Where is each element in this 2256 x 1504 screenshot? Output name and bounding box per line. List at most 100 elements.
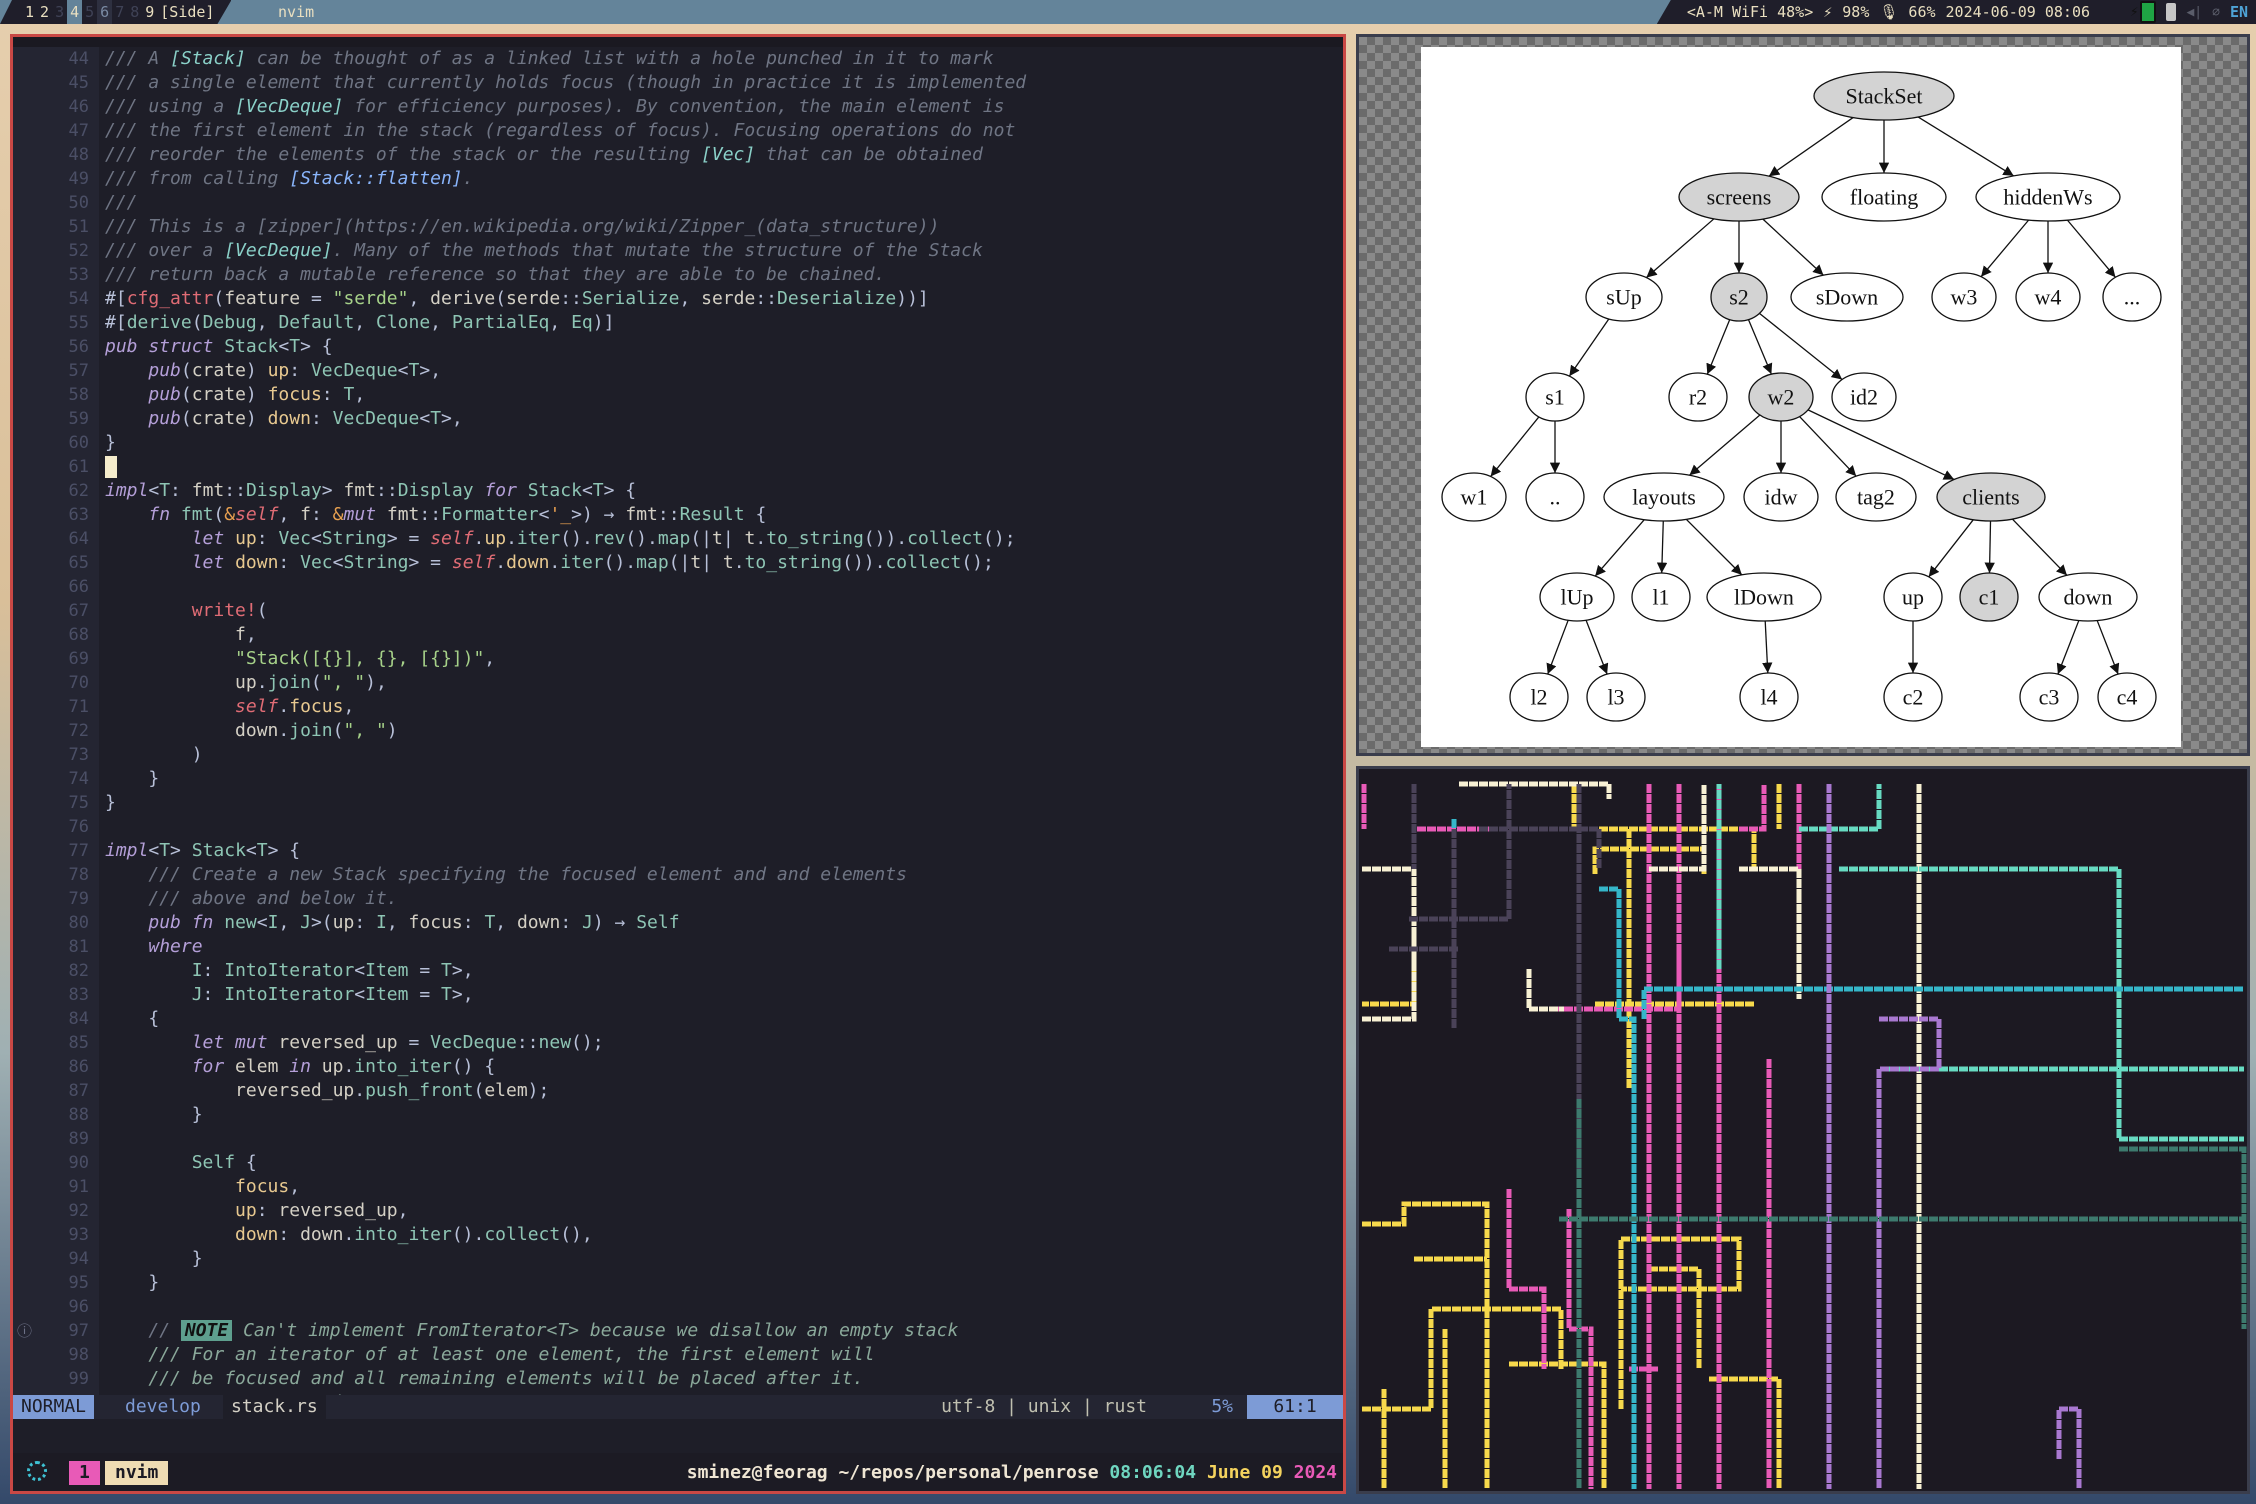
graph-edge-w2-layouts [1689,414,1761,476]
code-line[interactable]: 61 [13,455,1343,479]
code-line[interactable]: 56 pub struct Stack<T> { [13,335,1343,359]
code-line[interactable]: 47 /// the first element in the stack (re… [13,119,1343,143]
graph-node-s2: s2 [1710,272,1768,322]
line-number: 67 [68,601,89,621]
pipes-screensaver-window[interactable] [1356,766,2250,1494]
code-line[interactable]: 94 } [13,1247,1343,1271]
line-number: 53 [68,265,89,285]
code-line[interactable]: 85 let mut reversed_up = VecDeque::new()… [13,1031,1343,1055]
code-line[interactable]: 76 [13,815,1343,839]
line-number: 80 [68,913,89,933]
code-line[interactable]: ⓘ 97 // NOTE Can't implement FromIterator… [13,1319,1343,1343]
code-line[interactable]: 51 /// This is a [zipper](https://en.wiki… [13,215,1343,239]
code-line[interactable]: 52 /// over a [VecDeque]. Many of the met… [13,239,1343,263]
speaker-icon[interactable]: ◀| [2186,5,2202,20]
code-line[interactable]: 92 up: reversed_up, [13,1199,1343,1223]
graph-node-sUp: sUp [1585,272,1663,322]
workspace-8[interactable]: 8 [127,0,142,24]
code-line[interactable]: 78 /// Create a new Stack specifying the… [13,863,1343,887]
code-line[interactable]: 71 self.focus, [13,695,1343,719]
code-line[interactable]: 54 #[cfg_attr(feature = "serde", derive(s… [13,287,1343,311]
code-line[interactable]: 48 /// reorder the elements of the stack … [13,143,1343,167]
code-line[interactable]: 84 { [13,1007,1343,1031]
workspace-3[interactable]: 3 [52,0,67,24]
code-line[interactable]: 96 [13,1295,1343,1319]
graph-edge-clients-down [2011,518,2068,576]
battery-status: 98% [1842,3,1870,21]
code-line[interactable]: 99 /// be focused and all remaining elem… [13,1367,1343,1391]
code-line[interactable]: 79 /// above and below it. [13,887,1343,911]
code-line[interactable]: 70 up.join(", "), [13,671,1343,695]
code-line[interactable]: 59 pub(crate) down: VecDeque<T>, [13,407,1343,431]
code-line[interactable]: 58 pub(crate) focus: T, [13,383,1343,407]
graph-node-label: sUp [1606,285,1641,310]
terminal-window-nvim[interactable]: 44 /// A [Stack] can be thought of as a l… [10,34,1346,1494]
code-line[interactable]: 95 } [13,1271,1343,1295]
code-line[interactable]: 74 } [13,767,1343,791]
graph-node-l2: l2 [1509,672,1569,722]
code-line[interactable]: 57 pub(crate) up: VecDeque<T>, [13,359,1343,383]
code-line[interactable]: 87 reversed_up.push_front(elem); [13,1079,1343,1103]
code-line[interactable]: 93 down: down.into_iter().collect(), [13,1223,1343,1247]
workspace-5[interactable]: 5 [82,0,97,24]
workspace-2[interactable]: 2 [37,0,52,24]
code-line[interactable]: 91 focus, [13,1175,1343,1199]
code-line[interactable]: 49 /// from calling [Stack::flatten]. [13,167,1343,191]
network-disconnected-icon[interactable]: ⌀ [2212,5,2220,20]
code-line[interactable]: 64 let up: Vec<String> = self.up.iter().… [13,527,1343,551]
graph-edge-w2-tag2 [1799,416,1857,477]
code-line[interactable]: 60} [13,431,1343,455]
keyboard-language[interactable]: EN [2230,3,2248,21]
tmux-window-name[interactable]: nvim [105,1461,169,1485]
code-line[interactable]: 88 } [13,1103,1343,1127]
tmux-window-index[interactable]: 1 [69,1461,100,1485]
workspace-7[interactable]: 7 [112,0,127,24]
code-line[interactable]: 80 pub fn new<I, J>(up: I, focus: T, dow… [13,911,1343,935]
code-line[interactable]: 83 J: IntoIterator<Item = T>, [13,983,1343,1007]
code-line[interactable]: 72 down.join(", ") [13,719,1343,743]
line-content: /// be focused and all remaining element… [148,1368,864,1389]
datetime: 2024-06-09 08:06 [1945,3,2091,21]
workspace-4[interactable]: 4 [67,0,82,24]
code-line[interactable]: 45 /// a single element that currently ho… [13,71,1343,95]
graph-node-w1: w1 [1441,472,1507,522]
usb-icon[interactable] [2166,3,2177,21]
code-line[interactable]: 63 fn fmt(&self, f: &mut fmt::Formatter<… [13,503,1343,527]
line-number: 52 [68,241,89,261]
code-line[interactable]: 50 /// [13,191,1343,215]
code-line[interactable]: 90 Self { [13,1151,1343,1175]
code-line[interactable]: 98 /// For an iterator of at least one e… [13,1343,1343,1367]
code-line[interactable]: 66 [13,575,1343,599]
code-line[interactable]: 62 impl<T: fmt::Display> fmt::Display for… [13,479,1343,503]
code-line[interactable]: 46 /// using a [VecDeque] for efficiency … [13,95,1343,119]
code-line[interactable]: 82 I: IntoIterator<Item = T>, [13,959,1343,983]
code-line[interactable]: 77 impl<T> Stack<T> { [13,839,1343,863]
pipe-segment-teal [1799,784,1882,832]
line-content: } [105,792,116,813]
code-line[interactable]: 53 /// return back a mutable reference so… [13,263,1343,287]
workspace-10[interactable]: [Side] [157,0,217,24]
code-line[interactable]: 55 #[derive(Debug, Default, Clone, Partia… [13,311,1343,335]
workspace-6[interactable]: 6 [97,0,112,24]
code-line[interactable]: 86 for elem in up.into_iter() { [13,1055,1343,1079]
code-line[interactable]: 68 f, [13,623,1343,647]
code-line[interactable]: 44 /// A [Stack] can be thought of as a l… [13,47,1343,71]
graph-node-down: down [2038,572,2138,622]
code-line[interactable]: 89 [13,1127,1343,1151]
image-viewer-window[interactable]: StackSet screens floating hiddenWs sUp s2 sDow… [1356,34,2250,756]
workspace-9[interactable]: 9 [142,0,157,24]
charging-battery-icon[interactable]: ⚡ [2130,1,2157,23]
workspace-1[interactable]: 1 [22,0,37,24]
code-line[interactable]: 65 let down: Vec<String> = self.down.ite… [13,551,1343,575]
info-icon[interactable]: ⓘ [17,1319,32,1343]
line-number: 47 [68,121,89,141]
pipe-segment-pink [1506,1189,1547,1369]
pipe-segment-yellow [1649,1266,1702,1369]
code-line[interactable]: 69 "Stack([{}], {}, [{}])", [13,647,1343,671]
code-line[interactable]: 81 where [13,935,1343,959]
code-line[interactable]: 75} [13,791,1343,815]
code-line[interactable]: 67 write!( [13,599,1343,623]
pipes-animation [1361,781,2247,1489]
code-line[interactable]: 73 ) [13,743,1343,767]
line-content: let down: Vec<String> = self.down.iter()… [191,552,994,573]
